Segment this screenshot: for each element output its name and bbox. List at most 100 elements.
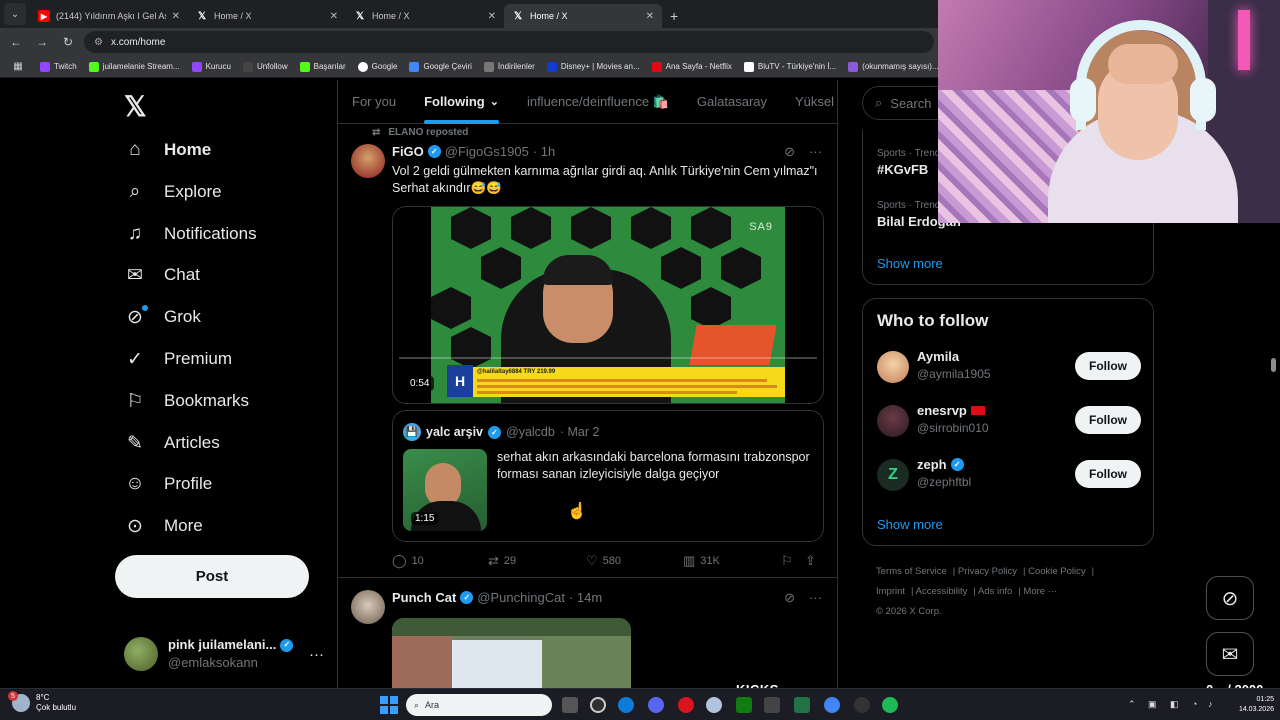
bookmark-item[interactable]: Google <box>357 61 397 72</box>
repost-button[interactable]: ⇄ 29 <box>488 553 586 569</box>
footer-link[interactable]: Imprint <box>876 586 905 597</box>
follow-suggestion[interactable]: Z zeph ✓ @zephftbl Follow <box>877 457 1141 497</box>
forward-arrow-icon[interactable]: → <box>32 32 52 52</box>
bookmark-item[interactable]: Ana Sayfa - Netflix <box>651 61 732 72</box>
follow-suggestion[interactable]: Aymila @aymila1905 Follow <box>877 349 1141 389</box>
nav-articles[interactable]: ✎ Articles <box>124 423 220 463</box>
bookmark-item[interactable]: Başarılar <box>299 61 346 72</box>
footer-link[interactable]: Ads info <box>978 586 1012 597</box>
opera-icon[interactable] <box>678 697 694 713</box>
tweet[interactable]: ⇄ ELANO reposted FiGO ✓ @FigoGs1905 · 1h… <box>338 124 837 578</box>
tray-icon[interactable]: ◧ <box>1170 699 1179 710</box>
x-logo-icon[interactable]: 𝕏 <box>124 90 147 123</box>
footer-link[interactable]: Terms of Service <box>876 566 947 577</box>
video-progress-bar[interactable] <box>399 357 817 359</box>
author-name[interactable]: FiGO <box>392 144 424 159</box>
footer-link[interactable]: Privacy Policy <box>958 566 1017 577</box>
reply-button[interactable]: ◯ 10 <box>392 553 488 569</box>
bookmark-item[interactable]: BluTV - Türkiye'nin İ... <box>743 61 836 72</box>
taskbar-search-input[interactable]: ⌕ Ara <box>406 694 552 716</box>
url-input[interactable]: ⚙ x.com/home <box>84 31 934 53</box>
volume-icon[interactable]: ♪ <box>1208 699 1213 709</box>
close-icon[interactable]: ✕ <box>172 11 180 22</box>
wifi-icon[interactable]: ◔ <box>1192 699 1197 709</box>
close-icon[interactable]: ✕ <box>330 11 338 22</box>
xbox-icon[interactable] <box>736 697 752 713</box>
browser-tab-x-2[interactable]: 𝕏 Home / X ✕ <box>346 4 504 28</box>
apps-grid-icon[interactable]: ▦ <box>8 57 28 77</box>
bookmark-item[interactable]: Google Çeviri <box>409 61 472 72</box>
quoted-tweet[interactable]: 💾 yalc arşiv ✓ @yalcdb · Mar 2 1:15 serh… <box>392 410 824 542</box>
more-options-icon[interactable]: ··· <box>809 590 822 606</box>
close-icon[interactable]: ✕ <box>488 11 496 22</box>
spotify-icon[interactable] <box>882 697 898 713</box>
tray-chevron-icon[interactable]: ⌃ <box>1128 699 1136 710</box>
nav-premium[interactable]: ✓ Premium <box>124 339 232 379</box>
bookmark-item[interactable]: (okunmamış sayısı)... <box>848 61 939 72</box>
grok-icon[interactable]: ⊘ <box>784 590 795 606</box>
views-button[interactable]: ▥ 31K <box>683 553 781 569</box>
messages-floating-button[interactable]: ✉ <box>1206 632 1254 676</box>
task-view-icon[interactable] <box>562 697 578 713</box>
site-info-icon[interactable]: ⚙ <box>94 37 103 48</box>
tab-search-button[interactable]: ⌄ <box>4 3 26 25</box>
follow-suggestion[interactable]: enesrvp @sirrobin010 Follow <box>877 403 1141 443</box>
more-options-icon[interactable]: ··· <box>809 144 822 160</box>
app-icon[interactable] <box>764 697 780 713</box>
who-to-follow-show-more-link[interactable]: Show more <box>877 517 943 532</box>
chevron-down-icon[interactable]: ⌄ <box>490 95 499 108</box>
nav-explore[interactable]: ⌕ Explore <box>124 172 222 212</box>
bookmark-item[interactable]: Twitch <box>40 61 77 72</box>
author-handle[interactable]: @PunchingCat <box>477 590 565 605</box>
app-icon[interactable] <box>590 697 606 713</box>
bookmark-item[interactable]: Unfollow <box>242 61 288 72</box>
trends-show-more-link[interactable]: Show more <box>877 256 943 271</box>
nav-grok[interactable]: ⊘ Grok <box>124 297 201 337</box>
tab-influence[interactable]: influence/deinfluence 🛍️ <box>513 80 683 124</box>
windows-start-icon[interactable] <box>380 696 398 714</box>
tweet-time[interactable]: · 1h <box>533 144 555 159</box>
nav-more[interactable]: ⊙ More <box>124 506 203 546</box>
back-arrow-icon[interactable]: ← <box>6 32 26 52</box>
footer-link[interactable]: Accessibility <box>916 586 968 597</box>
nav-chat[interactable]: ✉ Chat <box>124 255 200 295</box>
nav-home[interactable]: ⌂ Home <box>124 130 211 170</box>
follow-button[interactable]: Follow <box>1075 406 1141 434</box>
close-icon[interactable]: ✕ <box>646 11 654 22</box>
tab-yuksel[interactable]: Yüksel <box>781 80 837 124</box>
tweet-time[interactable]: · 14m <box>569 590 602 605</box>
bookmark-item[interactable]: Disney+ | Movies an... <box>546 61 640 72</box>
nav-bookmarks[interactable]: ⚐ Bookmarks <box>124 381 249 421</box>
avatar[interactable] <box>351 144 385 178</box>
tab-following[interactable]: Following ⌄ <box>410 80 513 124</box>
bookmark-item[interactable]: İndirilenler <box>483 61 535 72</box>
browser-tab-x-active[interactable]: 𝕏 Home / X ✕ <box>504 4 662 28</box>
footer-link[interactable]: Cookie Policy <box>1028 566 1086 577</box>
author-name[interactable]: Punch Cat <box>392 590 456 605</box>
browser-tab-youtube[interactable]: ▶ (2144) Yıldırım Aşkı I Gel Aşkım ✕ <box>30 4 188 28</box>
chrome-icon[interactable] <box>824 697 840 713</box>
app-icon[interactable] <box>706 697 722 713</box>
grok-icon[interactable]: ⊘ <box>784 144 795 160</box>
account-switcher[interactable]: pink juilamelani... ✓ @emlaksokann ··· <box>124 632 324 676</box>
avatar[interactable] <box>351 590 385 624</box>
grok-floating-button[interactable]: ⊘ <box>1206 576 1254 620</box>
like-button[interactable]: ♡ 580 <box>586 553 683 569</box>
clock[interactable]: 01:25 14.03.2026 <box>1224 695 1274 715</box>
tab-galatasaray[interactable]: Galatasaray <box>683 80 781 124</box>
quote-video-thumbnail[interactable]: 1:15 <box>403 449 487 531</box>
follow-button[interactable]: Follow <box>1075 460 1141 488</box>
tweet-photo[interactable] <box>392 618 631 688</box>
bookmark-button[interactable]: ⚐ <box>781 553 805 569</box>
reload-icon[interactable]: ↻ <box>58 32 78 52</box>
tweet[interactable]: Punch Cat ✓ @PunchingCat · 14m ⊘ ··· <box>338 578 837 688</box>
weather-widget[interactable]: 5 8°C Çok bulutlu <box>8 691 76 713</box>
more-options-icon[interactable]: ··· <box>309 646 324 663</box>
follow-button[interactable]: Follow <box>1075 352 1141 380</box>
tray-icon[interactable]: ▣ <box>1148 699 1157 710</box>
bookmark-item[interactable]: Kurucu <box>191 61 231 72</box>
footer-link[interactable]: More ··· <box>1023 586 1057 597</box>
excel-icon[interactable] <box>794 697 810 713</box>
obs-icon[interactable] <box>854 697 870 713</box>
video-player[interactable]: SA9 H @halilaltay6884 TRY 219.99 0:54 <box>392 206 824 404</box>
